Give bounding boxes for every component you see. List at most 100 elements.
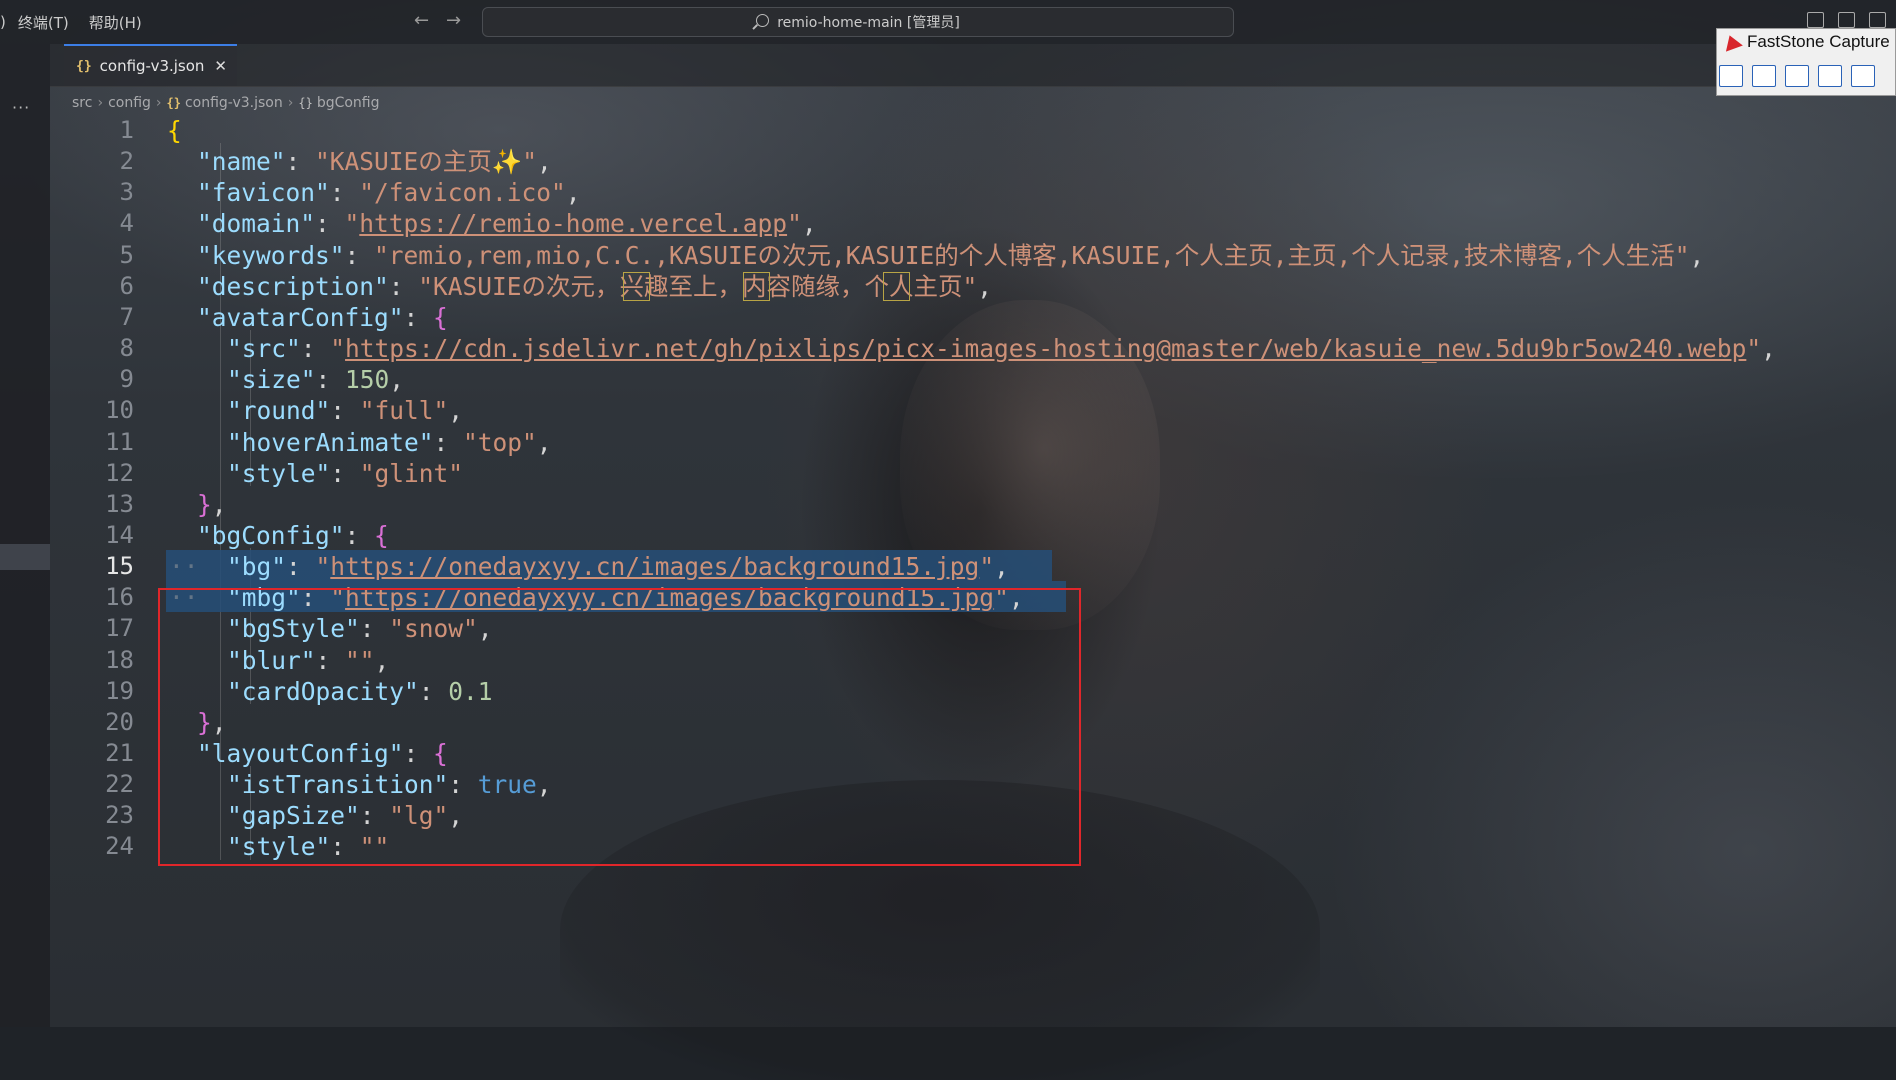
code-token: ": [330, 334, 346, 364]
code-token: :: [330, 458, 360, 488]
capture-fullscreen-icon[interactable]: [1851, 65, 1875, 87]
code-token: ,: [211, 489, 227, 519]
code-token: "description": [197, 271, 389, 301]
code-token: ,: [537, 147, 552, 177]
code-token: https://cdn.jsdelivr.net/gh/pixlips/picx…: [345, 334, 1747, 364]
code-token: :: [433, 427, 464, 457]
activity-highlight: [0, 544, 50, 570]
code-token: :: [286, 552, 316, 582]
code-token: "bg": [227, 552, 287, 582]
code-token: :: [329, 178, 360, 208]
code-token: {: [167, 116, 182, 145]
open-folder-icon[interactable]: [1719, 65, 1743, 87]
code-token: "/favicon.ico": [359, 178, 566, 208]
code-token: "full": [359, 396, 449, 426]
code-token: {: [433, 302, 448, 332]
chevron-right-icon: ›: [97, 95, 104, 111]
faststone-title: FastStone Capture: [1747, 32, 1890, 51]
code-token: "domain": [197, 209, 316, 239]
code-token: :: [330, 396, 360, 426]
back-arrow-icon[interactable]: ←: [414, 10, 429, 31]
faststone-capture-widget[interactable]: FastStone Capture: [1716, 28, 1896, 96]
tab-label: config-v3.json: [99, 57, 205, 75]
code-token: ,: [536, 427, 552, 457]
code-token: "hoverAnimate": [227, 427, 434, 457]
code-token: ,: [389, 365, 405, 395]
code-token: "KASUIEの主页✨": [315, 147, 538, 177]
breadcrumb-item-file[interactable]: config-v3.json: [185, 95, 283, 111]
code-token: 150: [345, 365, 390, 395]
code-token: ": [787, 209, 802, 239]
code-token: :: [315, 365, 346, 395]
code-token: "top": [463, 427, 537, 457]
code-token: "glint": [359, 458, 464, 488]
code-token: {: [374, 520, 389, 550]
json-file-icon: {}: [166, 96, 181, 110]
forward-arrow-icon[interactable]: →: [446, 10, 461, 31]
menu-item-help[interactable]: 帮助(H): [89, 12, 142, 33]
code-token: }: [197, 489, 212, 519]
object-symbol-icon: {}: [298, 96, 313, 110]
capture-freehand-icon[interactable]: [1818, 65, 1842, 87]
tab-bar: {} config-v3.json ✕: [50, 44, 1896, 87]
faststone-toolbar: [1719, 65, 1884, 87]
breadcrumb: src › config › {} config-v3.json › {} bg…: [72, 92, 380, 114]
breadcrumb-item-bgconfig[interactable]: bgConfig: [317, 95, 380, 111]
menu-item-partial[interactable]: ): [0, 13, 6, 31]
more-actions-icon[interactable]: ···: [12, 98, 30, 117]
code-token: :: [344, 240, 375, 270]
command-center-title: remio-home-main [管理员]: [777, 15, 960, 31]
code-token: :: [344, 520, 375, 550]
chevron-right-icon: ›: [155, 95, 162, 111]
code-token: "favicon": [197, 178, 330, 208]
code-token: "remio,rem,mio,C.C.,KASUIEの次元,KASUIE的个人博…: [374, 240, 1690, 270]
faststone-logo-icon: [1721, 32, 1743, 52]
close-icon[interactable]: ✕: [214, 57, 227, 75]
code-token: "round": [227, 396, 331, 426]
code-token: :: [388, 271, 419, 301]
toggle-secondary-sidebar-icon[interactable]: [1869, 12, 1886, 28]
toggle-primary-sidebar-icon[interactable]: [1807, 12, 1824, 28]
code-token: "src": [227, 334, 301, 364]
command-center-search[interactable]: remio-home-main [管理员]: [482, 7, 1234, 37]
annotation-rectangle: [158, 588, 1081, 866]
chevron-right-icon: ›: [287, 95, 294, 111]
code-token: ": [1746, 334, 1762, 364]
code-token: :: [315, 209, 345, 239]
capture-window-icon[interactable]: [1752, 65, 1776, 87]
code-token: :: [403, 302, 434, 332]
breadcrumb-item-config[interactable]: config: [108, 95, 151, 111]
json-file-icon: {}: [76, 58, 92, 74]
breadcrumb-item-src[interactable]: src: [72, 95, 92, 111]
code-token: "bgConfig": [197, 520, 345, 550]
faststone-title-bar[interactable]: FastStone Capture: [1717, 29, 1895, 55]
tab-config-v3-json[interactable]: {} config-v3.json ✕: [64, 44, 237, 86]
code-token: ,: [448, 396, 464, 426]
code-token: "name": [197, 147, 286, 177]
capture-region-icon[interactable]: [1785, 65, 1809, 87]
code-token: :: [285, 147, 316, 177]
code-token: "size": [227, 365, 316, 395]
code-token: ,: [1761, 334, 1776, 364]
activity-bar: ···: [0, 44, 50, 1027]
code-token: ": [344, 209, 360, 239]
code-token: :: [300, 334, 331, 364]
code-token: ,: [994, 552, 1009, 582]
code-token: ": [979, 552, 995, 582]
unicode-highlight-box: [623, 271, 650, 301]
title-bar: ) 终端(T) 帮助(H) ← → remio-home-main [管理员]: [0, 0, 1896, 44]
code-token: https://onedayxyy.cn/images/background15…: [330, 552, 980, 582]
line-number: 24: [105, 832, 134, 861]
unicode-highlight-box: [743, 271, 770, 301]
toggle-panel-icon[interactable]: [1838, 12, 1855, 28]
code-token: https://remio-home.vercel.app: [359, 209, 788, 239]
search-icon: [756, 13, 770, 27]
code-token: ,: [1689, 240, 1705, 270]
code-token: "avatarConfig": [197, 302, 404, 332]
code-token: ,: [565, 178, 581, 208]
code-token: ,: [801, 209, 817, 239]
code-editor[interactable]: 1{2 "name": "KASUIEの主页✨", 3 "favicon": "/fa…: [50, 116, 1896, 1027]
code-token: ": [315, 552, 331, 582]
code-token: ,: [977, 271, 993, 301]
menu-item-terminal[interactable]: 终端(T): [18, 12, 69, 33]
